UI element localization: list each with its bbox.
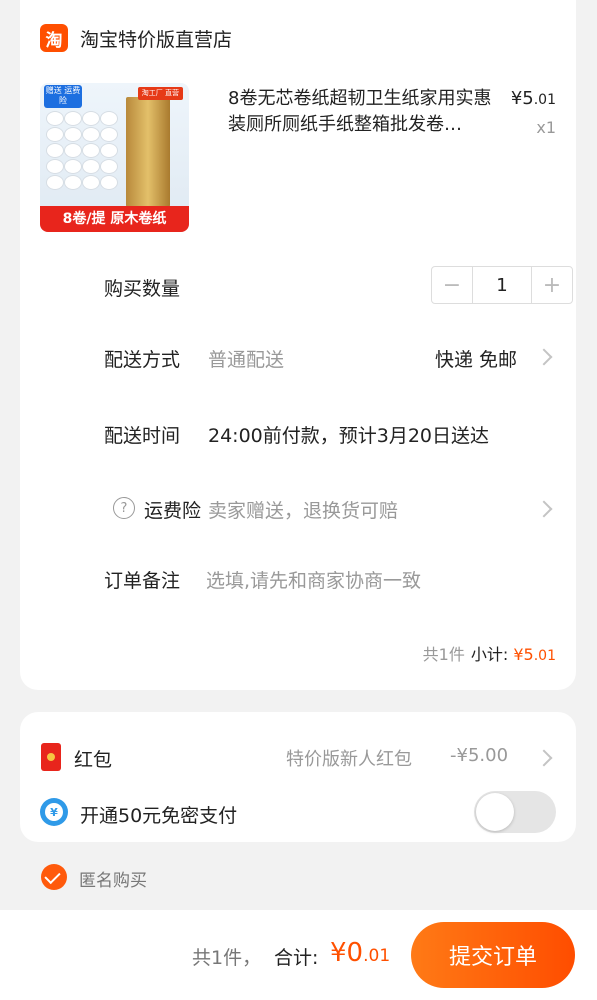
quantity-value[interactable]: 1	[472, 267, 532, 303]
delivery-method-value: 快递 免邮	[435, 349, 518, 371]
taobao-logo-icon: 淘	[40, 24, 68, 52]
red-packet-icon	[41, 743, 61, 771]
quantity-label: 购买数量	[104, 278, 181, 300]
product-price: ¥5.01	[511, 88, 556, 109]
image-tag-factory: 淘工厂 直营	[137, 87, 183, 100]
store-header[interactable]: 淘 淘宝特价版直营店	[40, 22, 232, 54]
quick-pay-toggle[interactable]	[474, 791, 556, 833]
question-icon[interactable]: ?	[113, 497, 135, 519]
subtotal-label: 小计:	[470, 645, 509, 664]
checkout-bar: 共1件， 合计: ¥0.01 提交订单	[0, 910, 597, 1000]
total-count: 共1件，	[192, 947, 262, 969]
order-card: 淘 淘宝特价版直营店 赠送 运费险 淘工厂 直营 8卷/提 原木卷纸 8卷无芯卷…	[20, 0, 576, 690]
product-title[interactable]: 8卷无芯卷纸超韧卫生纸家用实惠装厕所厕纸手纸整箱批发卷…	[228, 86, 508, 138]
anonymous-label[interactable]: 匿名购买	[79, 866, 147, 891]
product-image[interactable]: 赠送 运费险 淘工厂 直营 8卷/提 原木卷纸	[40, 83, 189, 232]
chevron-right-icon	[535, 500, 553, 518]
delivery-method-label: 配送方式	[104, 349, 181, 371]
toilet-roll-illustration	[46, 101, 126, 201]
image-banner: 8卷/提 原木卷纸	[40, 206, 189, 232]
total-amount: ¥0.01	[330, 938, 391, 968]
total-label: 合计:	[274, 947, 319, 969]
quick-pay-label: 开通50元免密支付	[80, 805, 238, 827]
shipping-insurance-value: 卖家赠送，退换货可赔	[208, 500, 399, 522]
price-symbol: ¥	[510, 88, 523, 109]
delivery-method-type: 普通配送	[208, 349, 285, 371]
chevron-right-icon	[535, 749, 553, 767]
image-tag-insurance: 赠送 运费险	[44, 85, 82, 108]
product-quantity: x1	[536, 118, 556, 137]
toggle-knob	[476, 793, 514, 831]
extras-card: 红包 特价版新人红包 -¥5.00 ¥ 开通50元免密支付	[20, 712, 576, 842]
subtotal-amount: ¥5.01	[513, 645, 556, 664]
red-packet-label: 红包	[74, 749, 113, 771]
quantity-stepper[interactable]: − 1 +	[431, 266, 573, 304]
paper-box-illustration	[126, 97, 170, 207]
yuan-icon: ¥	[40, 798, 68, 826]
minus-button[interactable]: −	[432, 267, 472, 303]
order-note-input[interactable]: 选填,请先和商家协商一致	[206, 566, 421, 593]
shipping-insurance-label: 运费险	[144, 500, 202, 522]
subtotal: 共1件 小计: ¥5.01	[423, 641, 556, 665]
store-name[interactable]: 淘宝特价版直营店	[80, 25, 232, 52]
delivery-time-value: 24:00前付款，预计3月20日送达	[208, 425, 490, 447]
order-note-label: 订单备注	[104, 570, 181, 592]
red-packet-amount: -¥5.00	[450, 745, 509, 766]
price-int: 5	[522, 88, 534, 109]
red-packet-detail: 特价版新人红包	[286, 749, 412, 770]
price-decimal: .01	[533, 92, 556, 108]
subtotal-count: 共1件	[422, 645, 465, 664]
delivery-time-label: 配送时间	[104, 425, 181, 447]
anonymous-checkbox[interactable]	[41, 864, 67, 890]
chevron-right-icon	[535, 348, 553, 366]
plus-button[interactable]: +	[532, 267, 572, 303]
submit-order-button[interactable]: 提交订单	[411, 922, 575, 988]
